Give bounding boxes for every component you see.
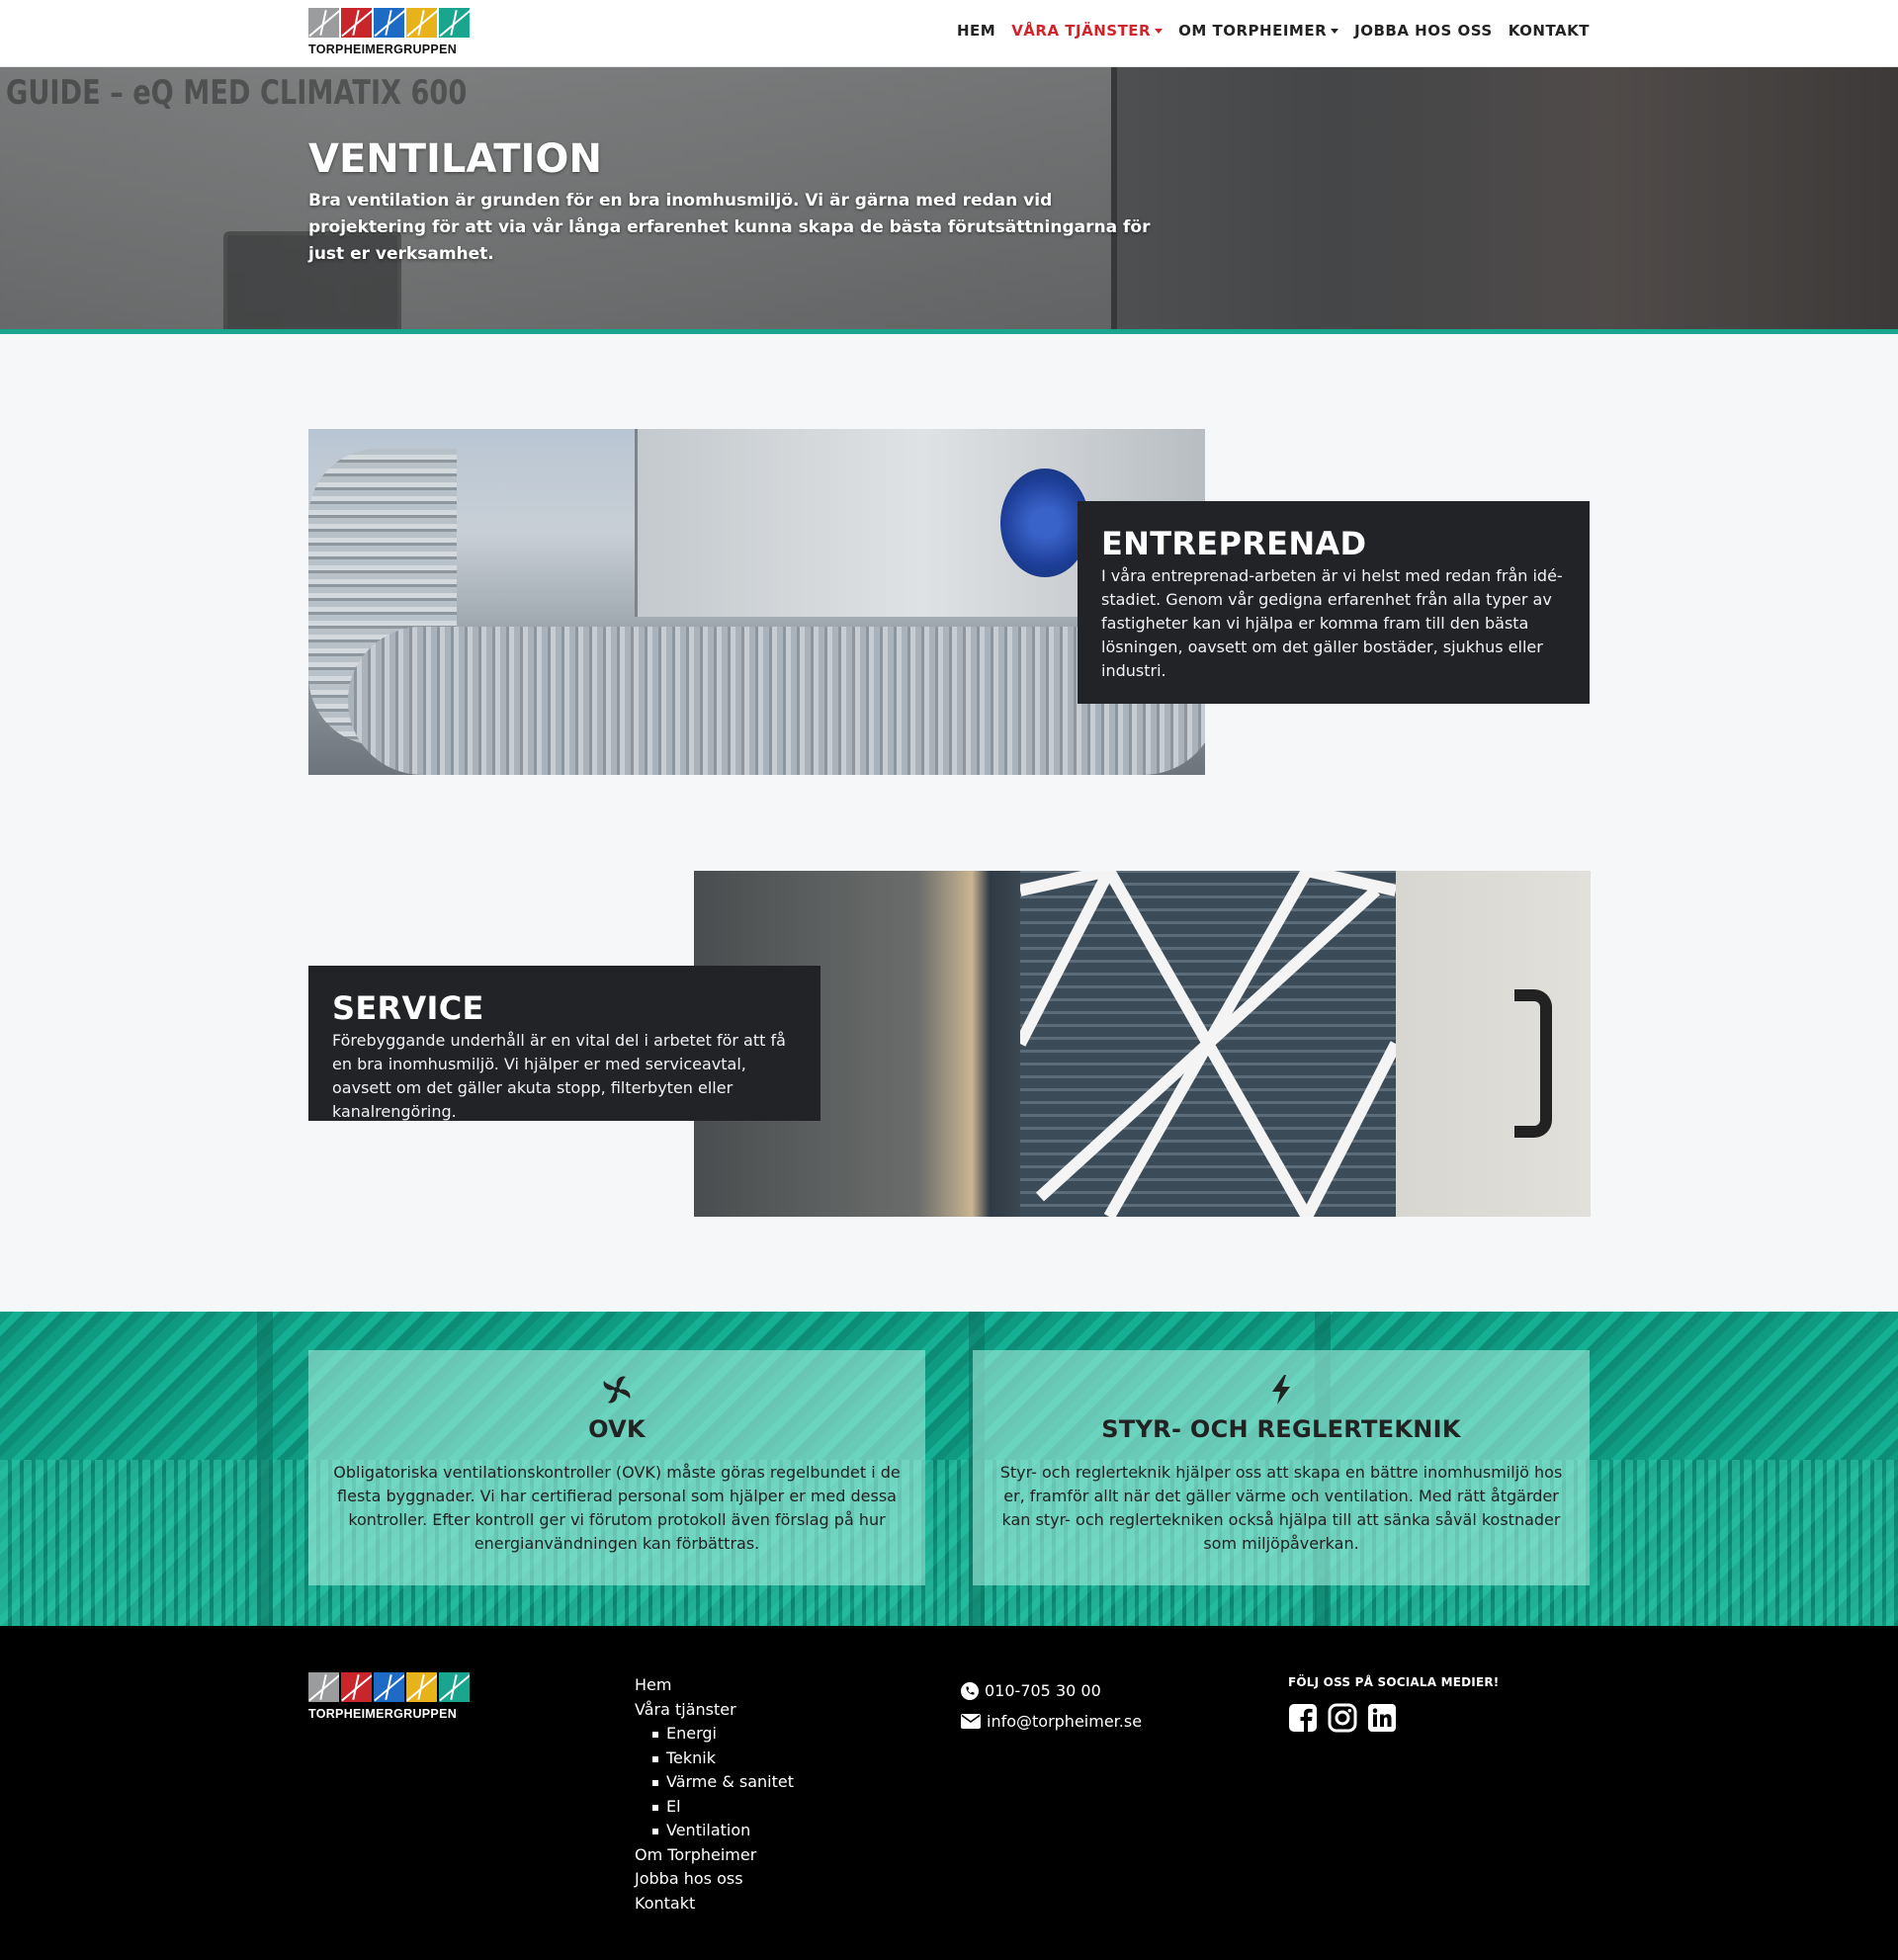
hero-content: VENTILATION Bra ventilation är grunden f… [308, 136, 1159, 268]
linkedin-icon[interactable] [1367, 1703, 1397, 1733]
section-background-ducts [0, 1460, 1898, 1626]
nav-label: HEM [956, 22, 996, 40]
footer-nav: Hem Våra tjänster Energi Teknik Värme & … [635, 1673, 794, 1916]
nav-item-hem[interactable]: HEM [957, 22, 995, 40]
logo-tile [341, 8, 372, 38]
hero-banner: GUIDE – eQ MED CLIMATIX 600 VENTILATION … [0, 67, 1898, 329]
social-icons [1288, 1703, 1499, 1733]
ovk-box: OVK Obligatoriska ventilationskontroller… [308, 1350, 925, 1585]
door-handle [1514, 989, 1552, 1138]
fan-icon [603, 1376, 631, 1404]
social-heading: FÖLJ OSS PÅ SOCIALA MEDIER! [1288, 1675, 1500, 1689]
nav-item-vara-tjanster[interactable]: VÅRA TJÄNSTER [1011, 22, 1164, 40]
hero-text: Bra ventilation är grunden för en bra in… [308, 191, 1151, 264]
ovk-text: Obligatoriska ventilationskontroller (OV… [333, 1463, 901, 1553]
site-header: TORPHEIMERGRUPPEN HEM VÅRA TJÄNSTER OM T… [0, 0, 1898, 67]
nav-item-om-torpheimer[interactable]: OM TORPHEIMER [1178, 22, 1339, 40]
logo-tile [308, 8, 339, 38]
footer-link-jobba-hos-oss[interactable]: Jobba hos oss [635, 1867, 794, 1892]
logo-tile [406, 1672, 437, 1702]
duct-pipe [348, 627, 1205, 775]
air-filter [1020, 871, 1396, 1217]
phone-link[interactable]: 010-705 30 00 [961, 1675, 1142, 1706]
logo-tile [308, 1672, 339, 1702]
service-image [694, 871, 1591, 1217]
caret-down-icon [1155, 28, 1164, 34]
entreprenad-card: ENTREPRENAD I våra entreprenad-arbeten ä… [1078, 501, 1590, 704]
nav-label: VÅRA TJÄNSTER [1011, 22, 1152, 40]
footer-link-kontakt[interactable]: Kontakt [635, 1892, 794, 1917]
main-nav: HEM VÅRA TJÄNSTER OM TORPHEIMER JOBBA HO… [957, 22, 1590, 40]
footer-sublink-teknik[interactable]: Teknik [635, 1747, 794, 1771]
logo-tile [374, 1672, 404, 1702]
logo-text: TORPHEIMERGRUPPEN [308, 1707, 458, 1721]
background-beam [257, 1312, 273, 1626]
logo[interactable]: TORPHEIMERGRUPPEN [308, 8, 473, 57]
logo-tiles [308, 1672, 473, 1702]
footer-link-vara-tjanster[interactable]: Våra tjänster [635, 1698, 794, 1723]
ovk-title: OVK [588, 1415, 646, 1443]
service-card: SERVICE Förebyggande underhåll är en vit… [308, 966, 820, 1121]
caret-down-icon [1331, 28, 1339, 34]
envelope-icon [961, 1714, 981, 1729]
phone-number: 010-705 30 00 [985, 1681, 1101, 1700]
footer-logo[interactable]: TORPHEIMERGRUPPEN [308, 1672, 473, 1722]
footer-sublink-energi[interactable]: Energi [635, 1722, 794, 1747]
info-section [0, 1312, 1898, 1626]
footer-social: FÖLJ OSS PÅ SOCIALA MEDIER! [1288, 1675, 1499, 1733]
entreprenad-image [308, 429, 1205, 775]
hero-accent-bar [0, 329, 1898, 334]
footer-sublink-el[interactable]: El [635, 1795, 794, 1820]
logo-text: TORPHEIMERGRUPPEN [308, 43, 458, 56]
styr-text: Styr- och reglerteknik hjälper oss att s… [999, 1463, 1563, 1553]
service-text: Förebyggande underhåll är en vital del i… [332, 1031, 786, 1121]
footer-sublink-varme-sanitet[interactable]: Värme & sanitet [635, 1770, 794, 1795]
nav-item-jobba-hos-oss[interactable]: JOBBA HOS OSS [1354, 22, 1493, 40]
logo-tile [341, 1672, 372, 1702]
logo-tile [439, 8, 470, 38]
footer-sublink-ventilation[interactable]: Ventilation [635, 1819, 794, 1843]
fan-motor [1000, 469, 1089, 577]
footer-contact: 010-705 30 00 info@torpheimer.se [961, 1675, 1142, 1737]
nav-label: KONTAKT [1508, 22, 1590, 40]
page-title: VENTILATION [308, 136, 602, 182]
styr-title: STYR- OCH REGLERTEKNIK [1101, 1415, 1461, 1443]
logo-tile [439, 1672, 470, 1702]
footer-link-hem[interactable]: Hem [635, 1673, 794, 1698]
phone-icon [961, 1681, 979, 1700]
entreprenad-text: I våra entreprenad-arbeten är vi helst m… [1101, 566, 1563, 680]
filter-frame [1020, 871, 1396, 1217]
site-footer: TORPHEIMERGRUPPEN Hem Våra tjänster Ener… [0, 1626, 1898, 1960]
logo-tile [374, 8, 404, 38]
bolt-icon [1272, 1375, 1290, 1405]
entreprenad-title: ENTREPRENAD [1101, 525, 1367, 562]
nav-label: OM TORPHEIMER [1178, 22, 1328, 40]
nav-item-kontakt[interactable]: KONTAKT [1509, 22, 1590, 40]
logo-tiles [308, 8, 473, 38]
footer-link-om-torpheimer[interactable]: Om Torpheimer [635, 1843, 794, 1868]
nav-label: JOBBA HOS OSS [1354, 22, 1493, 40]
email-address: info@torpheimer.se [987, 1712, 1143, 1731]
logo-tile [406, 8, 437, 38]
email-link[interactable]: info@torpheimer.se [961, 1706, 1142, 1737]
service-title: SERVICE [332, 989, 484, 1027]
instagram-icon[interactable] [1328, 1703, 1357, 1733]
facebook-icon[interactable] [1288, 1703, 1318, 1733]
styr-box: STYR- OCH REGLERTEKNIK Styr- och reglert… [973, 1350, 1590, 1585]
